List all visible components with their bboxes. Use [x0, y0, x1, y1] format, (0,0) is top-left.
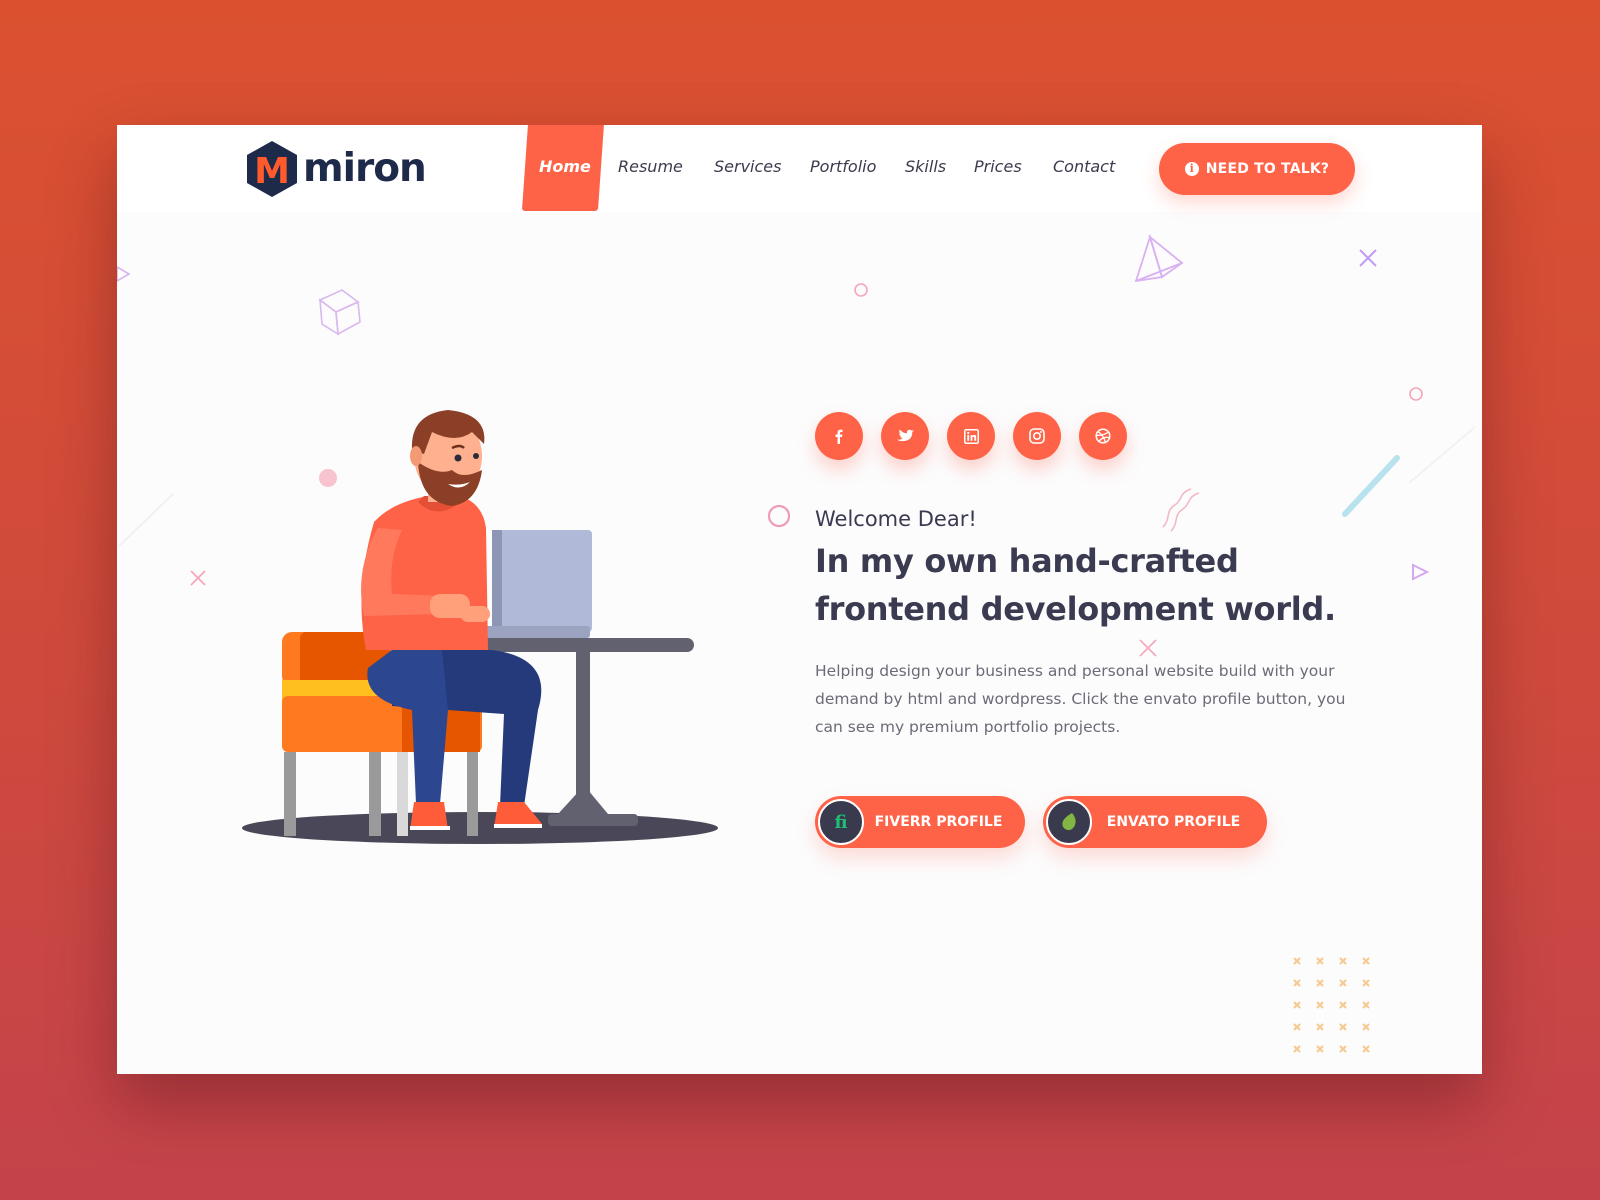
nav-item-portfolio[interactable]: Portfolio — [810, 125, 876, 212]
developer-illustration — [242, 410, 718, 844]
welcome-text: Welcome Dear! — [815, 507, 977, 531]
website-frame: M miron Home Resume Services Portfolio S… — [117, 125, 1482, 1074]
need-to-talk-label: NEED TO TALK? — [1205, 161, 1330, 177]
fiverr-profile-button[interactable]: fi FIVERR PROFILE — [815, 796, 1025, 848]
social-links — [815, 412, 1145, 460]
hero-headline-line-1: In my own hand-crafted — [815, 542, 1239, 580]
dribbble-icon — [1095, 428, 1111, 444]
info-icon: i — [1184, 162, 1199, 176]
linkedin-icon — [963, 428, 979, 444]
nav-item-home[interactable]: Home — [539, 125, 591, 212]
line-decoration-icon — [118, 493, 174, 547]
fiverr-icon-glyph: fi — [834, 811, 848, 833]
line-decoration-icon — [1408, 426, 1476, 484]
instagram-link[interactable] — [1013, 412, 1061, 460]
logo[interactable]: M miron — [244, 139, 427, 199]
twitter-link[interactable] — [881, 412, 929, 460]
nav-item-services[interactable]: Services — [714, 125, 781, 212]
nav-item-contact[interactable]: Contact — [1053, 125, 1115, 212]
need-to-talk-button[interactable]: i NEED TO TALK? — [1159, 143, 1355, 195]
logo-hexagon-icon: M — [244, 139, 300, 199]
hero-headline: In my own hand-crafted frontend developm… — [815, 537, 1375, 633]
cube-decoration-icon — [318, 289, 361, 336]
ring-decoration-icon — [767, 504, 791, 528]
triangle-decoration-icon — [1412, 563, 1430, 581]
envato-profile-label: ENVATO PROFILE — [1106, 814, 1241, 830]
hero-description: Helping design your business and persona… — [815, 662, 1346, 736]
dribbble-link[interactable] — [1079, 412, 1127, 460]
logo-letter: M — [254, 151, 290, 192]
fiverr-icon: fi — [818, 799, 864, 845]
cross-decoration-icon — [1139, 639, 1157, 657]
cross-decoration-icon — [190, 570, 206, 586]
squiggle-decoration-icon — [1162, 488, 1200, 532]
envato-leaf-icon — [1046, 799, 1092, 845]
pattern-decoration-icon — [1293, 957, 1370, 1053]
circle-decoration-icon — [854, 283, 868, 297]
circle-decoration-icon — [1409, 387, 1423, 401]
nav-item-resume[interactable]: Resume — [618, 125, 683, 212]
triangle-decoration-icon — [117, 266, 131, 282]
cross-decoration-icon — [1359, 249, 1377, 267]
nav-item-skills[interactable]: Skills — [905, 125, 946, 212]
instagram-icon — [1029, 428, 1045, 444]
linkedin-link[interactable] — [947, 412, 995, 460]
line-decoration-icon — [1342, 455, 1400, 517]
twitter-icon — [896, 429, 914, 441]
logo-text: miron — [303, 146, 427, 191]
facebook-link[interactable] — [815, 412, 863, 460]
facebook-icon — [835, 429, 843, 444]
pyramid-decoration-icon — [1134, 233, 1184, 283]
hero-headline-line-2: frontend development world. — [815, 590, 1336, 628]
floor-shadow-icon — [242, 812, 718, 844]
fiverr-profile-label: FIVERR PROFILE — [874, 814, 1003, 830]
site-header: M miron Home Resume Services Portfolio S… — [117, 125, 1482, 212]
nav-item-prices[interactable]: Prices — [974, 125, 1022, 212]
envato-profile-button[interactable]: ENVATO PROFILE — [1043, 796, 1267, 848]
